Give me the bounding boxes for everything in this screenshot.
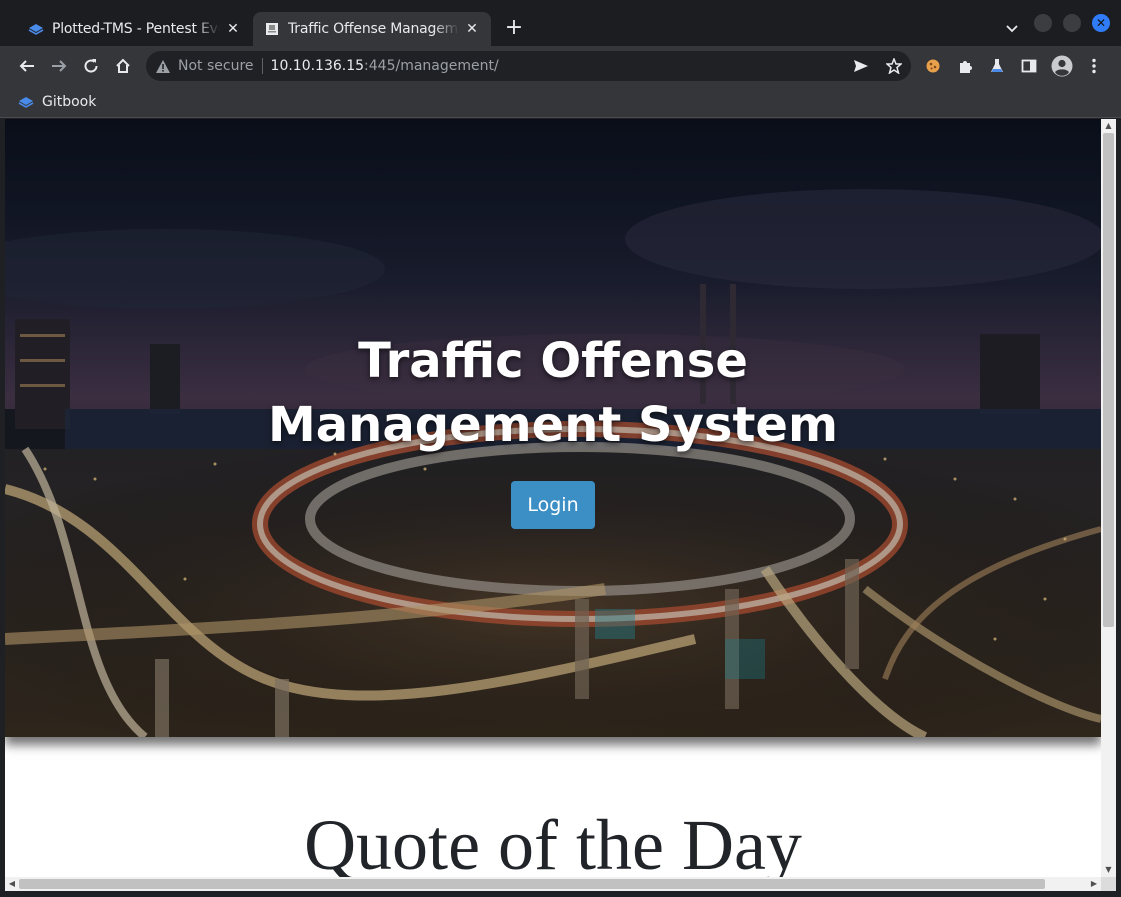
- maximize-button[interactable]: [1063, 14, 1081, 32]
- browser-toolbar: Not secure 10.10.136.15 :445/management/: [0, 46, 1121, 86]
- minimize-button[interactable]: [1034, 14, 1052, 32]
- lab-flask-icon[interactable]: [986, 55, 1008, 77]
- page-icon: [264, 21, 280, 37]
- profile-avatar-icon[interactable]: [1050, 54, 1074, 78]
- scroll-left-arrow-icon[interactable]: ◀: [5, 877, 19, 891]
- tab-traffic-offense[interactable]: Traffic Offense Manageme ✕: [253, 12, 491, 46]
- scroll-right-arrow-icon[interactable]: ▶: [1087, 877, 1101, 891]
- hero-title: Traffic Offense Management System: [268, 333, 838, 453]
- login-button[interactable]: Login: [511, 481, 595, 529]
- bookmarks-bar: Gitbook: [0, 86, 1121, 118]
- security-label[interactable]: Not secure: [178, 58, 254, 74]
- gitbook-icon: [28, 21, 44, 37]
- bookmark-label: Gitbook: [42, 94, 97, 110]
- gitbook-icon: [18, 95, 34, 109]
- quote-of-the-day-heading: Quote of the Day: [304, 805, 802, 877]
- scroll-down-arrow-icon[interactable]: ▼: [1101, 863, 1116, 877]
- address-separator: [261, 58, 263, 74]
- window-frame-bottom: [0, 891, 1121, 897]
- url-path: :445/management/: [364, 58, 499, 74]
- scroll-up-arrow-icon[interactable]: ▲: [1101, 119, 1116, 133]
- hero-banner: Traffic Offense Management System Login: [5, 119, 1101, 737]
- vertical-scroll-thumb[interactable]: [1103, 133, 1114, 627]
- bookmark-star-icon[interactable]: [885, 57, 903, 75]
- new-tab-button[interactable]: +: [503, 17, 525, 40]
- side-panel-icon[interactable]: [1018, 55, 1040, 77]
- tab-title: Traffic Offense Manageme: [288, 21, 459, 37]
- send-icon[interactable]: [852, 57, 870, 75]
- url-host: 10.10.136.15: [270, 58, 365, 74]
- page-viewport: Traffic Offense Management System Login …: [5, 119, 1101, 877]
- tab-strip: Plotted-TMS - Pentest Eve ✕ Traffic Offe…: [0, 0, 1121, 46]
- window-close-button[interactable]: ✕: [1092, 14, 1110, 32]
- address-bar[interactable]: Not secure 10.10.136.15 :445/management/: [146, 51, 911, 81]
- warning-icon[interactable]: [156, 59, 170, 73]
- close-icon[interactable]: ✕: [463, 20, 481, 38]
- vertical-scrollbar[interactable]: ▲ ▼: [1101, 119, 1116, 877]
- close-icon[interactable]: ✕: [224, 20, 242, 38]
- horizontal-scrollbar[interactable]: ◀ ▶: [5, 877, 1101, 891]
- extension-cookie-icon[interactable]: [922, 55, 944, 77]
- bookmark-gitbook[interactable]: Gitbook: [18, 91, 96, 113]
- back-icon[interactable]: [15, 54, 39, 78]
- tab-plotted-tms[interactable]: Plotted-TMS - Pentest Eve ✕: [6, 12, 252, 46]
- forward-icon[interactable]: [47, 54, 71, 78]
- tab-search-icon[interactable]: [1002, 19, 1022, 39]
- menu-kebab-icon[interactable]: [1083, 55, 1105, 77]
- reload-icon[interactable]: [79, 54, 103, 78]
- scrollbar-corner: [1101, 877, 1116, 891]
- extensions-puzzle-icon[interactable]: [955, 55, 977, 77]
- home-icon[interactable]: [111, 54, 135, 78]
- horizontal-scroll-thumb[interactable]: [19, 879, 1045, 889]
- tab-title: Plotted-TMS - Pentest Eve: [52, 21, 220, 37]
